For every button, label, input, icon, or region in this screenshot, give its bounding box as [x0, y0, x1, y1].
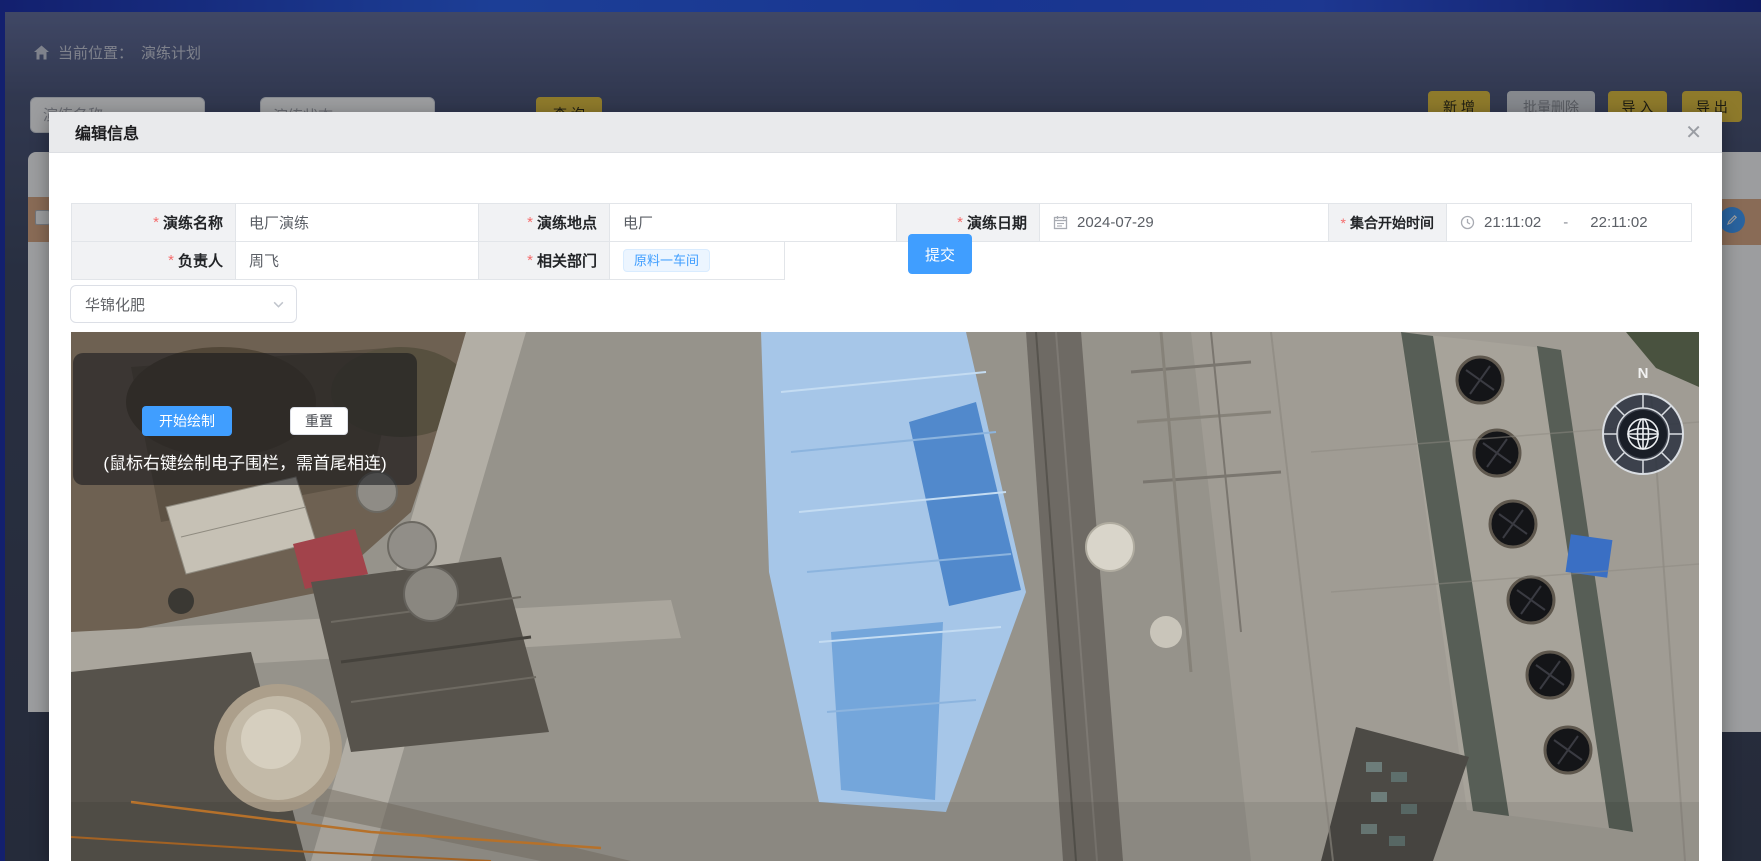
reset-button[interactable]: 重置: [290, 407, 348, 435]
department-field[interactable]: 原料一车间: [609, 241, 785, 280]
draw-hint-text: (鼠标右键绘制电子围栏，需首尾相连): [73, 449, 417, 474]
department-label: * 相关部门: [478, 241, 610, 280]
modal-title: 编辑信息: [75, 120, 139, 144]
time-end[interactable]: 22:11:02: [1590, 214, 1647, 231]
calendar-icon: [1053, 215, 1068, 230]
manager-field[interactable]: 周飞: [235, 241, 479, 280]
fence-draw-panel: 开始绘制 重置 (鼠标右键绘制电子围栏，需首尾相连): [73, 353, 417, 485]
modal-header: 编辑信息 ✕: [49, 112, 1722, 153]
start-draw-button[interactable]: 开始绘制: [142, 406, 232, 436]
form-row-2: * 负责人 周飞 * 相关部门 原料一车间: [71, 242, 1695, 280]
chevron-down-icon: [272, 298, 284, 310]
drill-name-field[interactable]: 电厂演练: [235, 203, 479, 242]
clock-icon: [1460, 215, 1475, 230]
time-start[interactable]: 21:11:02: [1484, 214, 1541, 231]
assembly-time-field[interactable]: 21:11:02 - 22:11:02: [1446, 203, 1692, 242]
app-screen: 当前位置： 演练计划 演练状态 查 询 新 增 批量删除 导 入 导 出: [0, 0, 1761, 861]
drill-form: * 演练名称 电厂演练 * 演练地点 电厂 * 演练日期 2024-0: [71, 203, 1695, 280]
submit-button[interactable]: 提交: [908, 234, 972, 274]
time-separator: -: [1563, 214, 1568, 231]
organization-selected-value: 华锦化肥: [85, 294, 145, 315]
compass[interactable]: N: [1593, 362, 1693, 484]
drill-location-label: * 演练地点: [478, 203, 610, 242]
drill-location-field[interactable]: 电厂: [609, 203, 897, 242]
close-icon[interactable]: ✕: [1685, 122, 1702, 142]
form-row-1: * 演练名称 电厂演练 * 演练地点 电厂 * 演练日期 2024-0: [71, 203, 1695, 242]
drill-name-label: * 演练名称: [71, 203, 236, 242]
map-aerial[interactable]: 开始绘制 重置 (鼠标右键绘制电子围栏，需首尾相连) N: [71, 332, 1699, 861]
drill-date-field[interactable]: 2024-07-29: [1039, 203, 1329, 242]
edit-info-modal: 编辑信息 ✕ * 演练名称 电厂演练 * 演练地点 电厂 * 演练日期: [49, 112, 1722, 861]
assembly-time-label: * 集合开始时间: [1328, 203, 1447, 242]
manager-label: * 负责人: [71, 241, 236, 280]
globe-icon: [1628, 419, 1658, 449]
organization-select[interactable]: 华锦化肥: [70, 285, 297, 323]
compass-north-label: N: [1638, 365, 1649, 382]
department-tag[interactable]: 原料一车间: [623, 249, 710, 272]
